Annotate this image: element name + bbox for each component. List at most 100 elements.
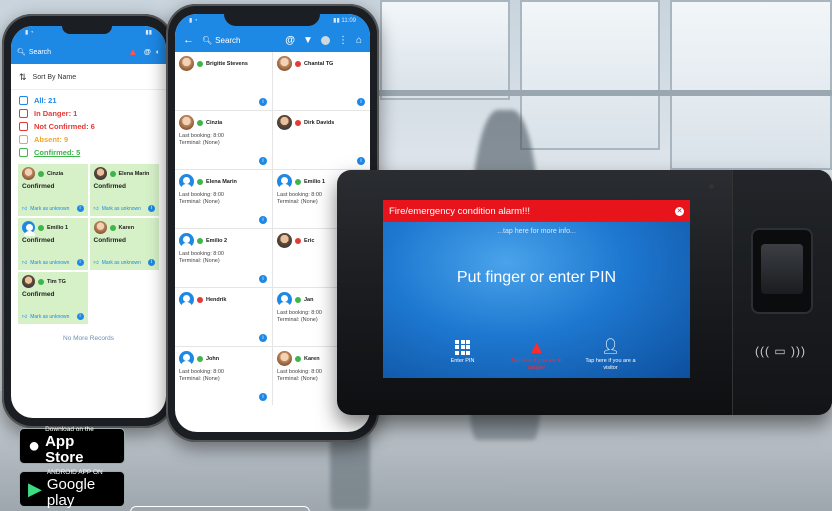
toggle-icon[interactable]: ◐ <box>156 49 160 56</box>
avatar <box>277 115 292 130</box>
terminal-action-label: Tap here if you are a visitor <box>585 358 636 371</box>
last-booking: Last booking: 8:00 <box>179 192 224 198</box>
alarm-bar[interactable]: Fire/emergency condition alarm!!! ✕ <box>383 200 690 222</box>
app-bar: 🔍︎ Search ▲ @ ◐ <box>11 40 166 64</box>
search-label[interactable]: Search <box>215 36 240 45</box>
google-play-badge[interactable]: ▶ ANDROID APP ON Google play <box>19 469 125 509</box>
filter-icon[interactable]: ▼ <box>303 35 313 46</box>
status-dot <box>38 170 44 177</box>
terminal-info: Terminal: (None) <box>179 199 220 205</box>
avatar <box>277 351 292 366</box>
person-name: Cinzia <box>206 119 223 126</box>
filter-item[interactable]: Absent: 9 <box>11 133 166 146</box>
mark-unknown-button[interactable]: 👍︎ Mark as unknown <box>22 314 69 320</box>
back-arrow-icon[interactable]: ← <box>183 34 194 46</box>
fingerprint-sensor[interactable] <box>751 228 813 314</box>
warning-icon[interactable]: ▲ <box>128 47 138 58</box>
external-link-icon <box>19 122 28 131</box>
filter-item[interactable]: Not Confirmed: 6 <box>11 120 166 133</box>
info-icon[interactable]: i <box>76 259 84 266</box>
phone-notch <box>62 26 112 34</box>
terminal-info: Terminal: (None) <box>179 376 220 382</box>
person-card[interactable]: John Last booking: 8:00 Terminal: (None) i <box>175 347 272 405</box>
bg-window <box>520 0 660 150</box>
person-header: Elena Marin <box>179 174 268 189</box>
warning-icon: ▲ <box>527 337 546 357</box>
filter-item[interactable]: In Danger: 1 <box>11 107 166 120</box>
phone-notch <box>224 14 320 26</box>
terminal-info: Terminal: (None) <box>179 140 220 146</box>
last-booking: Last booking: 8:00 <box>179 133 224 139</box>
person-card[interactable]: Emilio 2 Last booking: 8:00 Terminal: (Non… <box>175 229 272 287</box>
terminal-action-button[interactable]: 👤︎ Tap here if you are a visitor <box>582 338 640 372</box>
time-terminal-device: Fire/emergency condition alarm!!! ✕ ...t… <box>337 170 832 415</box>
person-name: Dirk Davids <box>304 119 335 126</box>
external-link-icon <box>19 135 28 144</box>
more-icon[interactable]: ⋮ <box>338 35 348 46</box>
search-label[interactable]: Search <box>29 49 51 56</box>
at-icon[interactable]: @ <box>285 35 295 46</box>
filter-label: All: 21 <box>34 96 57 105</box>
phone-left: ▮ ◔ ▮▮ 🔍︎ Search ▲ @ ◐ ⇅ Sort By Name All… <box>2 14 174 428</box>
terminal-action-button[interactable]: Enter PIN <box>434 338 492 372</box>
filter-item[interactable]: All: 21 <box>11 94 166 107</box>
search-icon[interactable]: 🔍︎ <box>17 48 26 56</box>
info-icon[interactable]: i <box>148 205 155 212</box>
app-store-badge[interactable]: ● Download on the App Store <box>19 426 125 466</box>
avatar <box>277 292 292 307</box>
person-name: Brigitte Stevens <box>206 60 248 67</box>
info-icon[interactable]: i <box>148 259 155 266</box>
sort-control[interactable]: ⇅ Sort By Name <box>11 64 166 90</box>
info-icon[interactable]: i <box>76 205 84 212</box>
person-card[interactable]: Tim TG Confirmed 👍︎ Mark as unknown i <box>17 271 89 325</box>
person-card[interactable]: Hendrik i <box>175 288 272 346</box>
visitor-icon: 👤︎ <box>600 338 621 355</box>
phone-left-screen: ▮ ◔ ▮▮ 🔍︎ Search ▲ @ ◐ ⇅ Sort By Name All… <box>11 26 166 418</box>
person-card[interactable]: Elena Marin Confirmed 👍︎ Mark as unknown i <box>88 163 160 217</box>
thumb-icon: 👍︎ <box>22 314 28 320</box>
more-info-link[interactable]: ...tap here for more info... <box>383 228 690 235</box>
info-icon[interactable]: i <box>259 216 267 224</box>
person-status: Confirmed <box>22 237 55 244</box>
mark-unknown-button[interactable]: 👍︎ Mark as unknown <box>94 260 141 266</box>
info-icon[interactable]: i <box>259 393 267 401</box>
filter-item[interactable]: Confirmed: 5 <box>11 146 166 159</box>
filter-label: Confirmed: 5 <box>34 148 81 157</box>
status-dot <box>197 355 203 362</box>
info-icon[interactable]: i <box>259 98 267 106</box>
booking-info: Last booking: 8:00 Terminal: (None) <box>179 369 268 383</box>
status-dot <box>38 278 44 285</box>
info-icon[interactable]: i <box>259 157 267 165</box>
avatar <box>22 275 35 288</box>
close-icon[interactable]: ✕ <box>675 206 684 216</box>
home-icon[interactable]: ⌂ <box>356 35 362 46</box>
fingerprint-panel <box>732 170 832 415</box>
info-icon[interactable]: i <box>76 313 84 320</box>
person-card[interactable]: Karen Confirmed 👍︎ Mark as unknown i <box>88 217 160 271</box>
person-card[interactable]: Elena Marin Last booking: 8:00 Terminal: (… <box>175 170 272 228</box>
info-icon[interactable]: i <box>357 98 365 106</box>
mark-unknown-button[interactable]: 👍︎ Mark as unknown <box>94 206 141 212</box>
info-icon[interactable]: i <box>259 275 267 283</box>
person-card[interactable]: Dirk Davids i <box>273 111 370 169</box>
search-icon[interactable]: 🔍︎ <box>202 36 212 45</box>
terminal-action-button[interactable]: ▲ Tap here if you are in danger <box>508 338 566 372</box>
person-name: Jan <box>304 296 314 303</box>
person-name: Cinzia <box>47 170 64 177</box>
person-card[interactable]: Cinzia Confirmed 👍︎ Mark as unknown i <box>17 163 89 217</box>
avatar <box>277 56 292 71</box>
confirmed-grid: Cinzia Confirmed 👍︎ Mark as unknown i Elena M… <box>17 163 160 325</box>
person-card[interactable]: Cinzia Last booking: 8:00 Terminal: (None)… <box>175 111 272 169</box>
bg-beam <box>378 90 832 96</box>
person-card[interactable]: Emilio 1 Confirmed 👍︎ Mark as unknown i <box>17 217 89 271</box>
at-icon[interactable]: @ <box>144 49 151 56</box>
info-icon[interactable]: i <box>357 157 365 165</box>
mark-unknown-button[interactable]: 👍︎ Mark as unknown <box>22 260 69 266</box>
info-icon[interactable]: i <box>259 334 267 342</box>
mark-unknown-button[interactable]: 👍︎ Mark as unknown <box>22 206 69 212</box>
person-header: Cinzia <box>22 167 84 180</box>
toggle-icon[interactable] <box>320 35 330 45</box>
person-card[interactable]: Chantal TG i <box>273 52 370 110</box>
person-card[interactable]: Brigitte Stevens i <box>175 52 272 110</box>
person-header: Brigitte Stevens <box>179 56 268 71</box>
